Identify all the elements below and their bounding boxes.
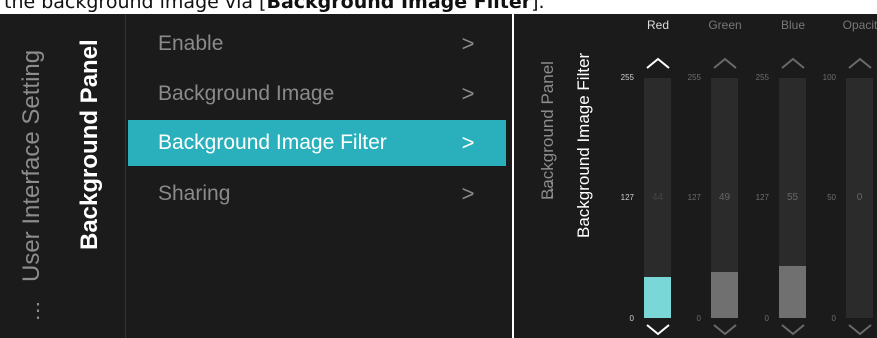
tick-max: 255 — [687, 73, 701, 82]
breadcrumb-current: Background Panel — [76, 39, 103, 250]
chevron-right-icon: > — [461, 181, 475, 206]
chevron-up-icon[interactable] — [644, 56, 672, 70]
slider-value: 55 — [786, 192, 799, 203]
breadcrumb-parent[interactable]: User Interface Setting — [18, 50, 46, 282]
chevron-down-icon[interactable] — [711, 322, 739, 336]
chevron-up-icon[interactable] — [846, 56, 874, 70]
menu-item-label: Background Image Filter — [158, 131, 387, 154]
tick-max: 255 — [755, 73, 769, 82]
tick-mid: 127 — [620, 193, 634, 202]
chevron-down-icon[interactable] — [846, 322, 874, 336]
tick-max: 100 — [822, 73, 836, 82]
slider-label-blue: Blue — [780, 18, 806, 32]
chevron-up-icon[interactable] — [779, 56, 807, 70]
slider-label-red: Red — [646, 18, 669, 32]
chevron-right-icon: > — [461, 81, 475, 106]
settings-menu-panel: User Interface Setting ⋮ Background Pane… — [0, 14, 512, 338]
more-dots-icon: ⋮ — [28, 300, 48, 322]
tick-min: 0 — [831, 314, 836, 323]
chevron-right-icon: > — [461, 130, 475, 155]
slider-value: 44 — [651, 192, 664, 203]
menu-item-label: Background Image — [158, 82, 335, 105]
slider-label-opacit: Opacit — [842, 18, 877, 32]
tick-mid: 127 — [687, 193, 701, 202]
tick-min: 0 — [629, 314, 634, 323]
menu-item-enable[interactable]: Enable > — [128, 21, 506, 67]
slider-fill — [644, 277, 671, 318]
menu-item-label: Enable — [158, 32, 224, 55]
slider-value: 49 — [718, 192, 731, 203]
more-dots-icon: ⋮ — [542, 179, 562, 201]
tick-min: 0 — [764, 314, 769, 323]
breadcrumb-current: Background Image Filter — [574, 52, 593, 238]
caption-text: the background image via [Background Ima… — [4, 0, 545, 13]
menu-item-background-image[interactable]: Background Image > — [128, 71, 506, 117]
tick-mid: 127 — [755, 193, 769, 202]
divider — [125, 14, 126, 338]
slider-label-green: Green — [708, 18, 742, 32]
menu-item-label: Sharing — [158, 182, 231, 205]
menu-item-background-image-filter[interactable]: Background Image Filter > — [128, 120, 506, 166]
image-filter-panel: Background Panel ⋮ Background Image Filt… — [514, 14, 877, 338]
tick-mid: 50 — [827, 193, 836, 202]
caption-strip: the background image via [Background Ima… — [0, 0, 877, 14]
tick-min: 0 — [696, 314, 701, 323]
chevron-up-icon[interactable] — [711, 56, 739, 70]
caption-bold: Background Image Filter — [266, 0, 532, 13]
tick-max: 255 — [620, 73, 634, 82]
slider-fill — [779, 266, 806, 318]
chevron-down-icon[interactable] — [779, 322, 807, 336]
chevron-right-icon: > — [461, 31, 475, 56]
menu-item-sharing[interactable]: Sharing > — [128, 171, 506, 217]
slider-fill — [711, 272, 738, 318]
chevron-down-icon[interactable] — [644, 322, 672, 336]
slider-value: 0 — [856, 192, 863, 203]
